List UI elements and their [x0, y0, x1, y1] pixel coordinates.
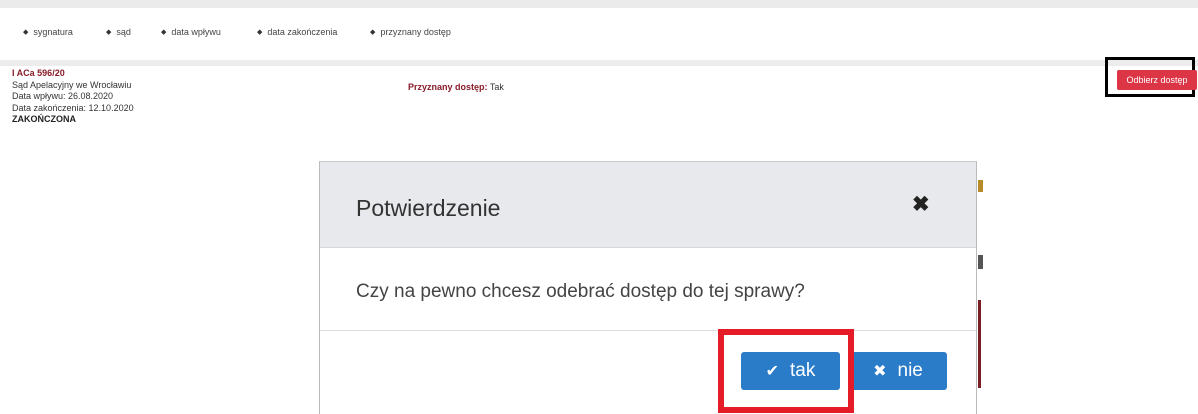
access-value: Tak	[489, 82, 504, 92]
x-icon: ✖	[873, 363, 887, 380]
top-bar	[0, 0, 1198, 8]
modal-title: Potwierdzenie	[356, 195, 501, 221]
row-divider	[0, 60, 1198, 66]
column-label: sygnatura	[33, 27, 73, 37]
sort-icon: ◆	[370, 29, 376, 36]
column-label: sąd	[116, 27, 131, 37]
case-date-received: Data wpływu: 26.08.2020	[12, 91, 114, 101]
access-label: Przyznany dostęp:	[408, 82, 488, 92]
sort-icon: ◆	[257, 29, 263, 36]
sort-icon: ◆	[23, 29, 29, 36]
sort-column-sygnatura[interactable]: ◆ sygnatura	[23, 27, 73, 37]
column-label: data zakończenia	[267, 27, 338, 37]
cancel-button[interactable]: ✖ nie	[849, 352, 947, 390]
sort-icon: ◆	[161, 29, 167, 36]
background-element	[978, 180, 983, 192]
case-signature[interactable]: I ACa 596/20	[12, 68, 134, 80]
sort-column-sad[interactable]: ◆ sąd	[106, 27, 131, 37]
modal-body: Czy na pewno chcesz odebrać dostęp do te…	[320, 248, 976, 331]
sort-column-przyznany-dostep[interactable]: ◆ przyznany dostęp	[370, 27, 451, 37]
modal-question: Czy na pewno chcesz odebrać dostęp do te…	[356, 281, 805, 302]
sort-column-data-zakonczenia[interactable]: ◆ data zakończenia	[257, 27, 337, 37]
case-court: Sąd Apelacyjny we Wrocławiu	[12, 79, 132, 90]
confirmation-modal: Potwierdzenie ✖ Czy na pewno chcesz odeb…	[319, 161, 977, 414]
cancel-button-label: nie	[897, 360, 923, 381]
table-header: ◆ sygnatura ◆ sąd ◆ data wpływu ◆ data z…	[10, 18, 1198, 46]
case-row: I ACa 596/20 Sąd Apelacyjny we Wrocławiu…	[12, 68, 134, 126]
background-element	[978, 255, 983, 269]
background-element	[978, 300, 981, 388]
sort-icon: ◆	[106, 29, 112, 36]
revoke-access-button[interactable]: Odbierz dostęp	[1117, 70, 1197, 90]
column-label: przyznany dostęp	[380, 27, 451, 37]
case-date-closed: Data zakończenia: 12.10.2020	[12, 102, 134, 113]
access-info: Przyznany dostęp: Tak	[408, 82, 504, 92]
confirm-highlight-box	[718, 329, 854, 413]
close-icon[interactable]: ✖	[912, 192, 930, 217]
sort-column-data-wplywu[interactable]: ◆ data wpływu	[161, 27, 221, 37]
modal-header: Potwierdzenie ✖	[320, 162, 976, 248]
case-status: ZAKOŃCZONA	[12, 114, 76, 124]
column-label: data wpływu	[171, 27, 221, 37]
